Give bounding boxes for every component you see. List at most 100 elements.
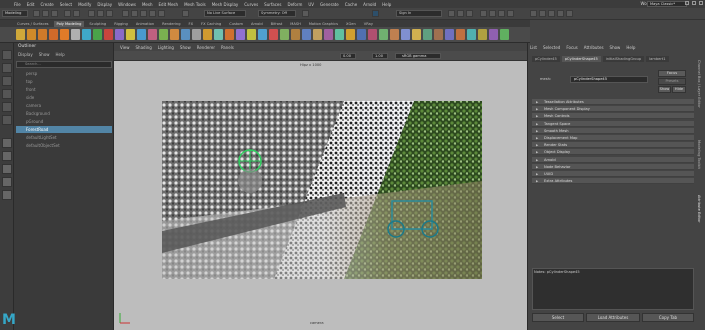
persp-outliner-icon[interactable]: [2, 164, 12, 174]
shelf-tool-icon[interactable]: [412, 29, 421, 40]
select-tool-icon[interactable]: [2, 50, 12, 60]
shelf-tool-icon[interactable]: [49, 29, 58, 40]
save-scene-icon[interactable]: [51, 10, 58, 17]
shelf-tool-icon[interactable]: [38, 29, 47, 40]
shelf-tab-motion-graphics[interactable]: Motion Graphics: [306, 21, 341, 27]
render-settings-icon[interactable]: [466, 10, 473, 17]
outliner-menu-display[interactable]: Display: [18, 52, 33, 59]
menu-item-edit[interactable]: Edit: [27, 2, 35, 7]
shelf-tool-icon[interactable]: [93, 29, 102, 40]
show-button[interactable]: Show: [658, 86, 671, 93]
shelf-tool-icon[interactable]: [104, 29, 113, 40]
snap-curve-icon[interactable]: [131, 10, 138, 17]
light-editor-icon[interactable]: [507, 10, 514, 17]
ae-menu-focus[interactable]: Focus: [566, 45, 577, 50]
viewport-menu-shading[interactable]: Shading: [136, 45, 152, 50]
workspace-select[interactable]: Maya Classic*: [647, 0, 687, 7]
mesh-name-field[interactable]: pCylinderShape45: [570, 76, 648, 83]
outliner-item[interactable]: pGround: [16, 118, 112, 125]
shelf-tool-icon[interactable]: [214, 29, 223, 40]
move-tool-icon[interactable]: [2, 89, 12, 99]
render-setup-icon[interactable]: [498, 10, 505, 17]
shelf-tab-mash[interactable]: MASH: [287, 21, 304, 27]
single-view-icon[interactable]: [2, 138, 12, 148]
rotate-tool-icon[interactable]: [2, 102, 12, 112]
snap-view-icon[interactable]: [149, 10, 156, 17]
menu-item-cache[interactable]: Cache: [345, 2, 357, 7]
shelf-tool-icon[interactable]: [390, 29, 399, 40]
four-view-icon[interactable]: [2, 151, 12, 161]
shelf-tab-vray[interactable]: VRay: [361, 21, 376, 27]
menu-set-select[interactable]: Modeling: [2, 10, 28, 17]
shelf-tab-fx[interactable]: FX: [186, 21, 197, 27]
menu-item-help[interactable]: Help: [382, 2, 391, 7]
shelf-tool-icon[interactable]: [401, 29, 410, 40]
ae-section-extra-attributes[interactable]: Extra Attributes: [532, 178, 694, 185]
shelf-tool-icon[interactable]: [269, 29, 278, 40]
soft-select-icon[interactable]: [302, 10, 309, 17]
render-icon[interactable]: [448, 10, 455, 17]
ae-section-arnold[interactable]: Arnold: [532, 156, 694, 163]
select-button[interactable]: Select: [532, 313, 584, 322]
select-component-icon[interactable]: [106, 10, 113, 17]
scale-tool-icon[interactable]: [2, 115, 12, 125]
open-scene-icon[interactable]: [42, 10, 49, 17]
shelf-tool-icon[interactable]: [313, 29, 322, 40]
menu-item-edit-mesh[interactable]: Edit Mesh: [159, 2, 179, 7]
menu-item-surfaces[interactable]: Surfaces: [264, 2, 281, 7]
ae-section-displacement-map[interactable]: Displacement Map: [532, 135, 694, 141]
shelf-tool-icon[interactable]: [27, 29, 36, 40]
menu-item-modify[interactable]: Modify: [78, 2, 91, 7]
ae-menu-selected[interactable]: Selected: [543, 45, 560, 50]
snap-surface-icon[interactable]: [158, 10, 165, 17]
ae-tab[interactable]: initialShadingGroup: [602, 56, 645, 62]
cylinder-object[interactable]: [238, 169, 262, 193]
shelf-tab-bifrost[interactable]: Bifrost: [268, 21, 286, 27]
shelf-tool-icon[interactable]: [478, 29, 487, 40]
color-space-select[interactable]: sRGB gamma: [395, 53, 441, 59]
shelf-tool-icon[interactable]: [236, 29, 245, 40]
shelf-tool-icon[interactable]: [16, 29, 25, 40]
hypershade-icon[interactable]: [480, 10, 487, 17]
channel-box-icon[interactable]: [566, 10, 573, 17]
shelf-tool-icon[interactable]: [60, 29, 69, 40]
outliner-item[interactable]: top: [16, 78, 112, 85]
shelf-tab-sculpting[interactable]: Sculpting: [86, 21, 109, 27]
shelf-tool-icon[interactable]: [434, 29, 443, 40]
ae-tab[interactable]: pCylinderShape45: [561, 56, 601, 62]
shelf-tool-icon[interactable]: [192, 29, 201, 40]
shelf-tool-icon[interactable]: [335, 29, 344, 40]
shelf-tab-custom[interactable]: Custom: [226, 21, 246, 27]
tool-settings-icon[interactable]: [557, 10, 564, 17]
viewport-3d[interactable]: [114, 61, 527, 330]
lasso-tool-icon[interactable]: [2, 63, 12, 73]
shelf-tool-icon[interactable]: [280, 29, 289, 40]
outliner-item[interactable]: camera: [16, 102, 112, 109]
shelf-tool-icon[interactable]: [368, 29, 377, 40]
outliner-item[interactable]: persp: [16, 70, 112, 77]
paint-select-icon[interactable]: [2, 76, 12, 86]
outliner-menu-help[interactable]: Help: [56, 52, 65, 59]
viewport-menu-view[interactable]: View: [120, 45, 130, 50]
tab-modeling-toolkit[interactable]: Modeling Toolkit: [697, 140, 701, 169]
load-attributes-button[interactable]: Load Attributes: [586, 313, 640, 322]
ae-section-uuid[interactable]: UUID: [532, 171, 694, 177]
shelf-tool-icon[interactable]: [500, 29, 509, 40]
live-surface-field[interactable]: No Live Surface: [204, 10, 246, 17]
shelf-tool-icon[interactable]: [346, 29, 355, 40]
menu-item-display[interactable]: Display: [97, 2, 112, 7]
ae-section-smooth-mesh[interactable]: Smooth Mesh: [532, 127, 694, 134]
ae-section-object-display[interactable]: Object Display: [532, 149, 694, 156]
shelf-tab-curves-surfaces[interactable]: Curves / Surfaces: [14, 21, 52, 27]
minimize-icon[interactable]: [685, 1, 689, 5]
tab-channel-box[interactable]: Channel Box / Layer Editor: [697, 60, 701, 108]
shelf-tab-poly-modeling[interactable]: Poly Modeling: [53, 20, 85, 27]
undo-icon[interactable]: [64, 10, 71, 17]
outliner-menu-show[interactable]: Show: [39, 52, 50, 59]
magnet-icon[interactable]: [182, 10, 189, 17]
ae-menu-attributes[interactable]: Attributes: [584, 45, 604, 50]
ae-section-tessellation-attributes[interactable]: Tessellation Attributes: [532, 99, 694, 105]
shelf-tab-animation[interactable]: Animation: [133, 21, 157, 27]
ae-section-node-behavior[interactable]: Node Behavior: [532, 163, 694, 170]
menu-item-windows[interactable]: Windows: [118, 2, 136, 7]
